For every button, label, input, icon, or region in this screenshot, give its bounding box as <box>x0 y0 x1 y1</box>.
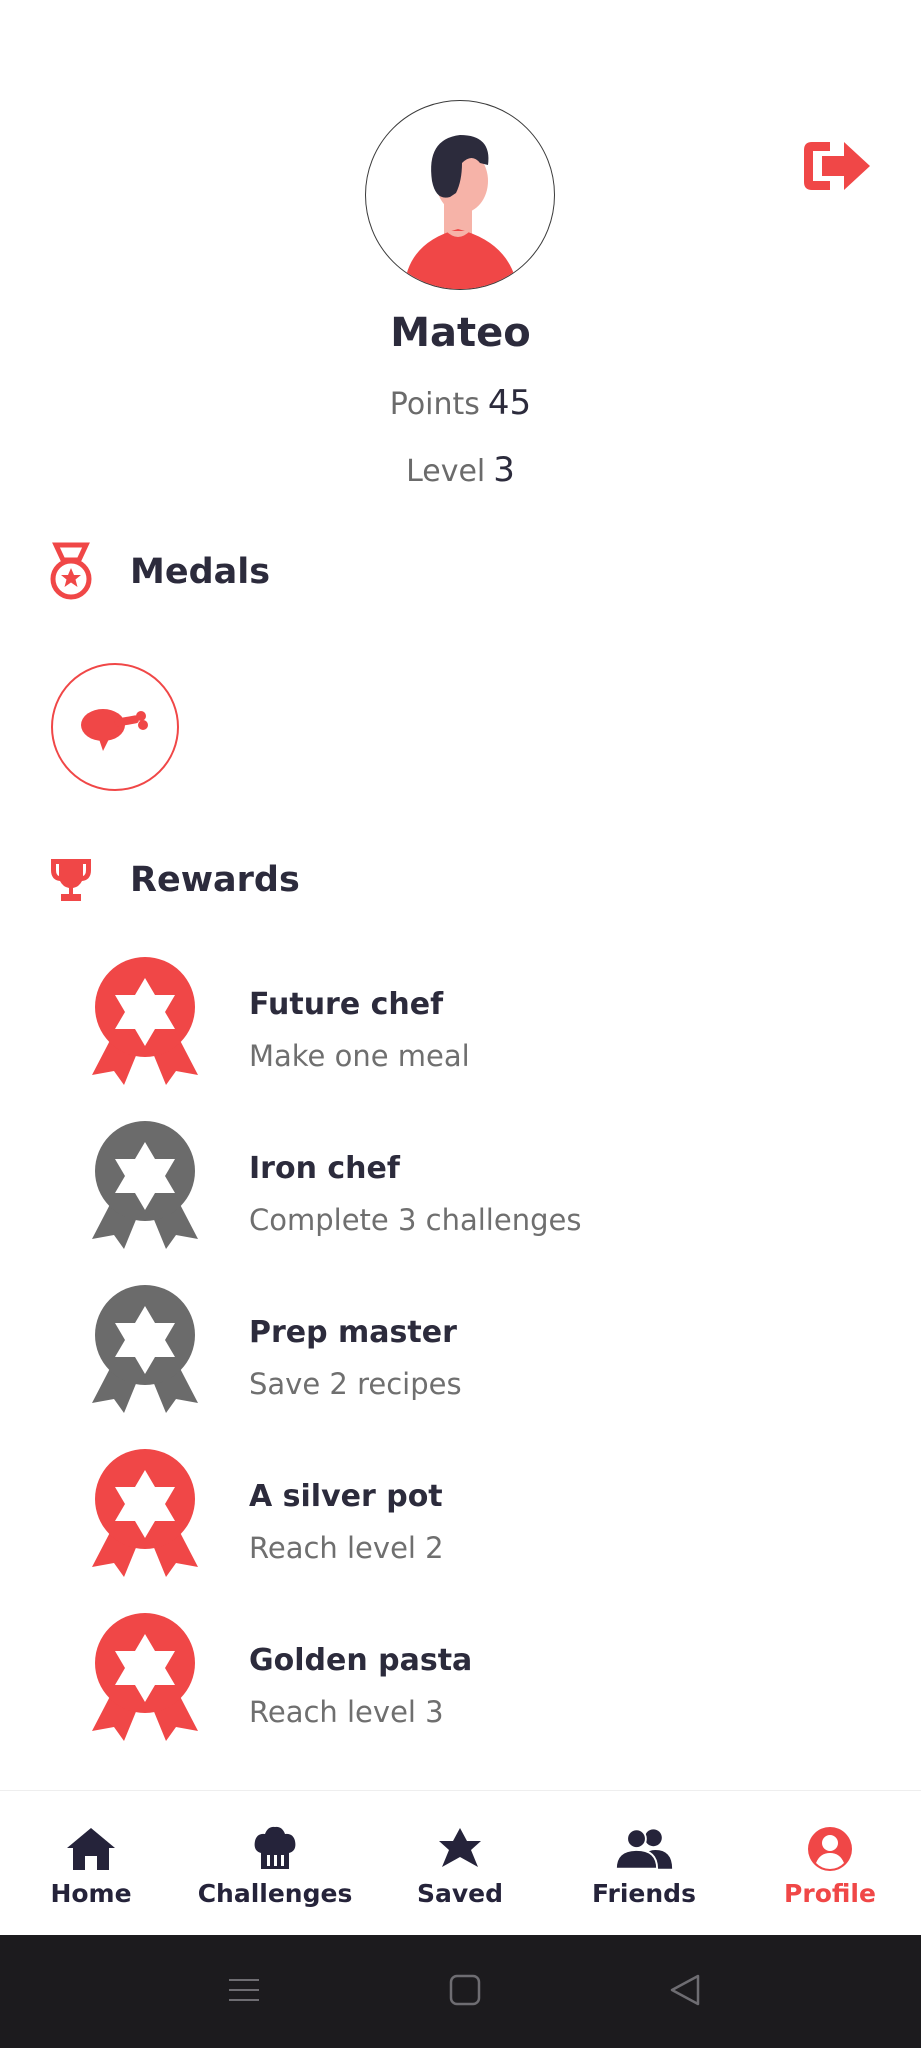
medals-section-header: Medals <box>46 537 270 607</box>
level-stat: Level 3 <box>0 450 921 490</box>
home-icon <box>61 1823 121 1875</box>
friends-icon <box>614 1823 674 1875</box>
level-label: Level <box>406 454 486 489</box>
user-name: Mateo <box>390 310 531 356</box>
nav-item-home[interactable]: Home <box>40 1791 142 1936</box>
trophy-icon <box>46 850 96 910</box>
nav-label-saved: Saved <box>416 1879 504 1908</box>
award-ribbon-icon <box>92 1613 198 1741</box>
nav-label-profile: Profile <box>784 1879 876 1908</box>
reward-item[interactable]: Iron chef Complete 3 challenges <box>0 1119 921 1249</box>
nav-item-profile[interactable]: Profile <box>780 1791 880 1936</box>
nav-label-challenges: Challenges <box>197 1879 353 1908</box>
logout-button[interactable] <box>800 136 874 196</box>
reward-item[interactable]: Golden pasta Reach level 3 <box>0 1611 921 1741</box>
award-ribbon-icon <box>92 1449 198 1577</box>
award-ribbon-icon <box>92 1121 198 1249</box>
medal-icon <box>46 542 96 602</box>
avatar <box>365 100 555 290</box>
bottom-navigation: Home Challenges Saved Friends Profile <box>0 1790 921 1935</box>
chef-hat-icon <box>245 1823 305 1875</box>
avatar-illustration <box>404 135 518 289</box>
award-ribbon-icon <box>92 1285 198 1413</box>
rewards-title: Rewards <box>130 860 300 900</box>
logout-icon <box>804 142 870 190</box>
nav-item-challenges[interactable]: Challenges <box>197 1791 353 1936</box>
reward-title: Golden pasta <box>249 1643 473 1678</box>
medals-title: Medals <box>130 552 271 592</box>
recents-button[interactable] <box>219 1965 269 2015</box>
medal-badge[interactable] <box>51 663 179 791</box>
back-triangle-icon <box>670 1974 700 2006</box>
home-system-button[interactable] <box>440 1965 490 2015</box>
award-ribbon-icon <box>92 957 198 1085</box>
nav-label-friends: Friends <box>592 1879 696 1908</box>
reward-description: Complete 3 challenges <box>249 1203 582 1237</box>
nav-label-home: Home <box>50 1879 132 1908</box>
reward-title: Prep master <box>249 1315 457 1350</box>
square-icon <box>449 1974 481 2006</box>
reward-title: Future chef <box>249 987 444 1022</box>
reward-description: Make one meal <box>249 1039 470 1073</box>
reward-description: Reach level 3 <box>249 1695 444 1729</box>
reward-title: A silver pot <box>249 1479 443 1514</box>
reward-item[interactable]: A silver pot Reach level 2 <box>0 1447 921 1577</box>
chicken-leg-icon <box>81 709 148 751</box>
back-system-button[interactable] <box>660 1965 710 2015</box>
profile-icon <box>800 1823 860 1875</box>
reward-description: Reach level 2 <box>249 1531 444 1565</box>
nav-item-saved[interactable]: Saved <box>410 1791 510 1936</box>
star-icon <box>430 1823 490 1875</box>
rewards-section-header: Rewards <box>46 845 300 915</box>
system-navigation-bar <box>0 1935 921 2048</box>
points-value: 45 <box>487 383 532 423</box>
reward-item[interactable]: Prep master Save 2 recipes <box>0 1283 921 1413</box>
reward-title: Iron chef <box>249 1151 400 1186</box>
nav-item-friends[interactable]: Friends <box>588 1791 700 1936</box>
reward-description: Save 2 recipes <box>249 1367 462 1401</box>
reward-item[interactable]: Future chef Make one meal <box>0 955 921 1085</box>
level-value: 3 <box>493 450 515 490</box>
points-label: Points <box>389 387 480 422</box>
points-stat: Points 45 <box>0 383 921 423</box>
menu-lines-icon <box>229 1979 259 2001</box>
